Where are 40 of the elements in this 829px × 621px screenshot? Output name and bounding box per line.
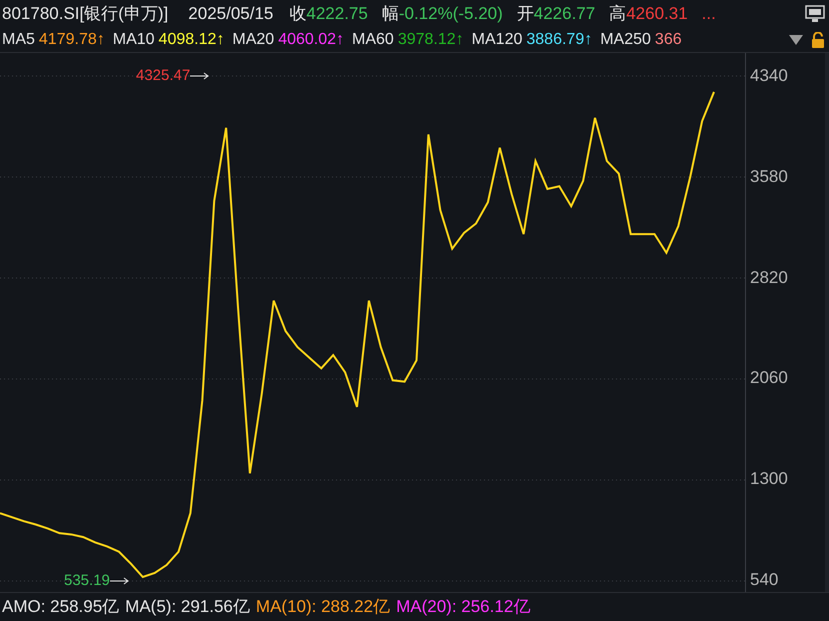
volume-indicator-value: MA(10): 288.22亿 (256, 596, 390, 618)
y-axis-label: 2820 (750, 266, 789, 289)
quote-value: -0.12%(-5.20) (398, 3, 503, 26)
security-name: 801780.SI[银行(申万)] (2, 3, 168, 26)
y-axis-label: 3580 (750, 166, 789, 188)
arrow-icon (190, 72, 210, 80)
quote-label: 开 (516, 3, 534, 26)
ma-label: MA120 (472, 30, 522, 50)
ma-label: MA20 (232, 30, 274, 50)
low-price-marker: 535.19 (64, 571, 110, 591)
dropdown-triangle-icon[interactable] (789, 34, 803, 46)
ma-value: 4098.12↑ (158, 30, 224, 50)
quote-label: 收 (289, 3, 306, 26)
volume-indicator-value: AMO: 258.95亿 (2, 596, 120, 618)
quote-value: 4226.77 (534, 3, 596, 26)
arrow-icon (110, 577, 130, 586)
y-axis-label: 1300 (750, 468, 789, 490)
high-price-marker: 4325.47 (136, 66, 190, 86)
ma-value: 366 (654, 30, 682, 50)
quote-value: 4222.75 (306, 3, 368, 26)
quote-date: 2025/05/15 (188, 3, 274, 26)
ma-label: MA250 (600, 30, 651, 50)
ma-value: 4060.02↑ (278, 30, 344, 50)
window-layout-icon[interactable] (805, 5, 825, 23)
ma-value: 4179.78↑ (38, 30, 105, 50)
ma-label: MA10 (112, 30, 155, 50)
y-axis-label: 2060 (750, 367, 789, 390)
lock-icon[interactable] (811, 32, 825, 48)
quote-label: 幅 (382, 3, 399, 26)
volume-indicator-value: MA(20): 256.12亿 (396, 596, 530, 618)
ma-value: 3886.79↑ (526, 30, 592, 50)
ma-label: MA60 (352, 30, 394, 50)
more-indicator: ... (702, 3, 716, 26)
y-axis-label: 540 (750, 568, 780, 591)
y-axis-label: 4340 (750, 65, 789, 87)
quote-value: 4260.31 (626, 3, 688, 26)
ma-label: MA5 (2, 30, 35, 50)
quote-label: 高 (609, 3, 626, 26)
ma-value: 3978.12↑ (398, 30, 464, 50)
volume-indicator-value: MA(5): 291.56亿 (125, 596, 250, 618)
